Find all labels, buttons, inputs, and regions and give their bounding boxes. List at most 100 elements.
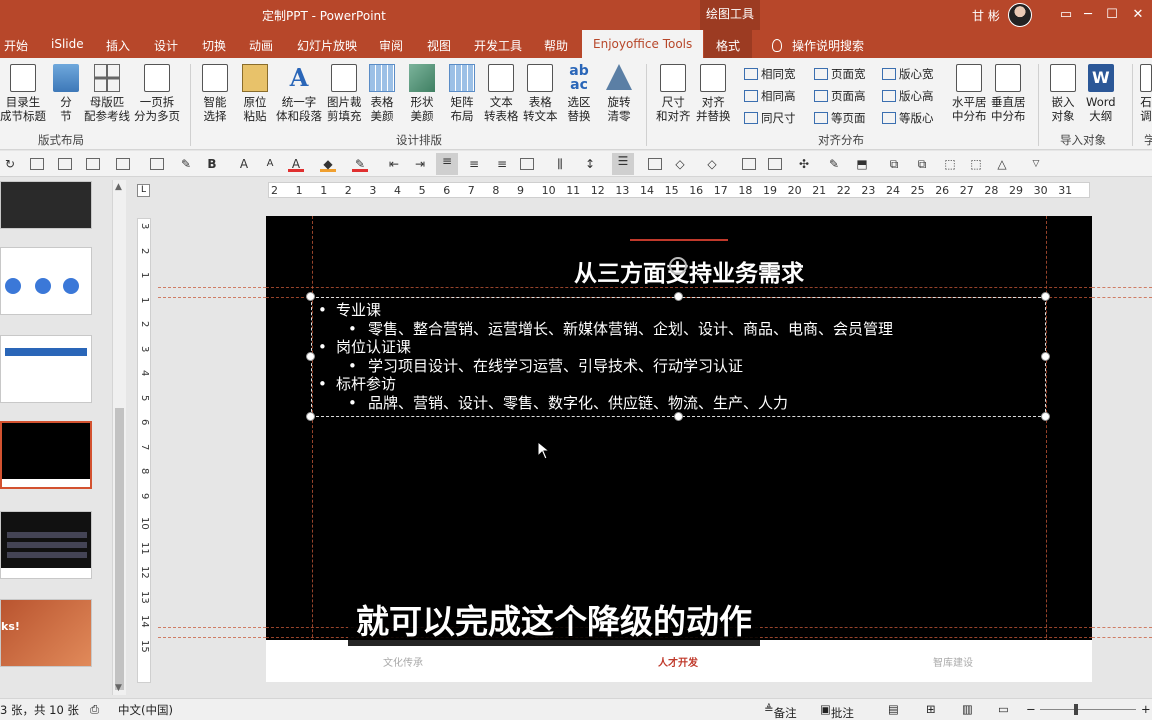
avatar[interactable]	[1008, 3, 1032, 27]
guide-line[interactable]	[1092, 637, 1152, 638]
rotation-reset-button[interactable]: 旋转 清零	[606, 64, 632, 123]
maximize-icon[interactable]: ☐	[1102, 5, 1122, 25]
increase-indent-icon[interactable]: ⇥	[412, 156, 428, 172]
tab-home[interactable]: 开始	[4, 37, 28, 54]
guide-line[interactable]	[312, 216, 313, 682]
shapes-icon[interactable]: ◇	[672, 156, 688, 172]
user-name[interactable]: 甘 彬	[972, 7, 1000, 24]
tab-transitions[interactable]: 切换	[202, 37, 226, 54]
refresh-icon[interactable]: ↻	[2, 156, 18, 172]
outline-color-icon[interactable]: ✎	[352, 156, 368, 172]
resize-handle[interactable]	[1041, 412, 1050, 421]
size-align-button[interactable]: 尺寸 和对齐	[656, 64, 691, 123]
resize-handle[interactable]	[1041, 352, 1050, 361]
align-replace-button[interactable]: 对齐 并替换	[696, 64, 731, 123]
bullets-icon[interactable]: ☰	[612, 153, 634, 175]
guide-line[interactable]	[158, 297, 266, 298]
scroll-down-icon[interactable]: ▼	[115, 683, 122, 693]
resize-handle[interactable]	[674, 412, 683, 421]
crop-fill-button[interactable]: 图片裁 剪填充	[327, 64, 362, 123]
guide-line[interactable]	[1092, 627, 1152, 628]
unify-font-button[interactable]: A 统一字 体和段落	[276, 64, 322, 124]
guide-line[interactable]	[1046, 216, 1047, 682]
tell-me-search[interactable]: 操作说明搜索	[772, 37, 864, 54]
layout-icon[interactable]	[58, 158, 72, 170]
same-height-button[interactable]: 相同高	[744, 88, 796, 104]
guide-line[interactable]	[158, 287, 266, 288]
zoom-slider-thumb[interactable]	[1074, 704, 1078, 715]
horizontal-distribute-button[interactable]: 水平居 中分布	[952, 64, 987, 123]
resize-handle[interactable]	[674, 292, 683, 301]
edit-shape-icon[interactable]: ◇	[704, 156, 720, 172]
decrease-font-icon[interactable]: A	[262, 156, 278, 172]
guide-line[interactable]	[158, 637, 266, 638]
core-height-button[interactable]: 版心高	[882, 88, 934, 104]
arrange-icon[interactable]: ⬒	[854, 156, 870, 172]
bullet-level1[interactable]: 专业课	[318, 301, 893, 320]
page-height-button[interactable]: 页面高	[814, 88, 866, 104]
thumbnail-scrollbar[interactable]: ▲ ▼	[112, 180, 126, 695]
bullet-level2[interactable]: 零售、整合营销、运营增长、新媒体营销、企划、设计、商品、电商、会员管理	[318, 320, 893, 339]
picture-icon[interactable]	[742, 158, 756, 170]
ungroup-icon[interactable]: ⬚	[968, 156, 984, 172]
tab-format[interactable]: 格式	[704, 30, 753, 58]
slide-thumbnail[interactable]	[0, 335, 92, 403]
split-page-button[interactable]: 一页拆 分为多页	[134, 64, 180, 123]
resize-handle[interactable]	[306, 352, 315, 361]
rotate-handle-icon[interactable]	[669, 257, 687, 275]
language-status[interactable]: 中文(中国)	[118, 702, 173, 718]
page-width-button[interactable]: 页面宽	[814, 66, 866, 82]
vertical-distribute-button[interactable]: 垂直居 中分布	[991, 64, 1026, 123]
bullet-level2[interactable]: 品牌、营销、设计、零售、数字化、供应链、物流、生产、人力	[318, 394, 893, 413]
align-center-icon[interactable]: ≡	[466, 156, 482, 172]
guide-line[interactable]	[1092, 297, 1152, 298]
guide-line[interactable]	[158, 627, 266, 628]
fill-color-icon[interactable]: ◆	[320, 156, 336, 172]
matrix-layout-button[interactable]: 矩阵 布局	[449, 64, 475, 123]
text-to-table-button[interactable]: 文本 转表格	[484, 64, 519, 123]
reading-view-icon[interactable]: ▥	[962, 702, 973, 716]
section-split-button[interactable]: 分节	[53, 64, 79, 123]
ribbon-display-icon[interactable]: ▭	[1056, 5, 1076, 25]
slide-thumbnail[interactable]	[0, 181, 92, 229]
tab-animations[interactable]: 动画	[249, 37, 273, 54]
minimize-icon[interactable]: ─	[1078, 5, 1098, 25]
section-icon[interactable]	[86, 158, 100, 170]
rotate-icon[interactable]: △	[994, 156, 1010, 172]
text-box-align-icon[interactable]	[520, 158, 534, 170]
slide-thumbnail[interactable]	[0, 247, 92, 315]
bring-forward-icon[interactable]: ⧉	[886, 156, 902, 172]
text-direction-icon[interactable]	[648, 158, 662, 170]
paste-in-place-button[interactable]: 原位 粘贴	[242, 64, 268, 123]
send-backward-icon[interactable]: ⧉	[914, 156, 930, 172]
resize-handle[interactable]	[306, 292, 315, 301]
slide-thumbnail[interactable]	[0, 511, 92, 579]
equal-page-button[interactable]: 等页面	[814, 110, 866, 126]
slide-thumbnail-selected[interactable]	[0, 421, 92, 489]
core-width-button[interactable]: 版心宽	[882, 66, 934, 82]
copy-format-icon[interactable]	[150, 158, 164, 170]
comments-button[interactable]: ▣ 批注	[820, 702, 854, 720]
same-size-button[interactable]: 同尺寸	[744, 110, 796, 126]
crop-icon[interactable]: ✣	[796, 156, 812, 172]
master-guides-button[interactable]: 母版匹 配参考线	[84, 64, 130, 123]
resize-handle[interactable]	[306, 412, 315, 421]
bold-icon[interactable]: B	[204, 156, 220, 172]
bullet-level2[interactable]: 学习项目设计、在线学习运营、引导技术、行动学习认证	[318, 357, 893, 376]
columns-icon[interactable]: ⫼	[552, 156, 568, 172]
slide-thumbnail[interactable]: ks!	[0, 599, 92, 667]
selection-replace-button[interactable]: ab ac 选区 替换	[566, 64, 592, 123]
zoom-in-icon[interactable]: +	[1141, 702, 1151, 716]
table-beautify-button[interactable]: 表格 美颜	[369, 64, 395, 123]
equal-core-button[interactable]: 等版心	[882, 110, 934, 126]
font-color-icon[interactable]: A	[288, 156, 304, 172]
slideshow-icon[interactable]: ▭	[998, 702, 1009, 716]
tab-help[interactable]: 帮助	[544, 37, 568, 54]
new-slide-icon[interactable]	[30, 158, 44, 170]
increase-font-icon[interactable]: A	[236, 156, 252, 172]
close-icon[interactable]: ✕	[1128, 5, 1148, 25]
word-outline-button[interactable]: W Word 大纲	[1086, 64, 1116, 123]
normal-view-icon[interactable]: ▤	[888, 702, 899, 716]
same-width-button[interactable]: 相同宽	[744, 66, 796, 82]
tab-view[interactable]: 视图	[427, 37, 451, 54]
